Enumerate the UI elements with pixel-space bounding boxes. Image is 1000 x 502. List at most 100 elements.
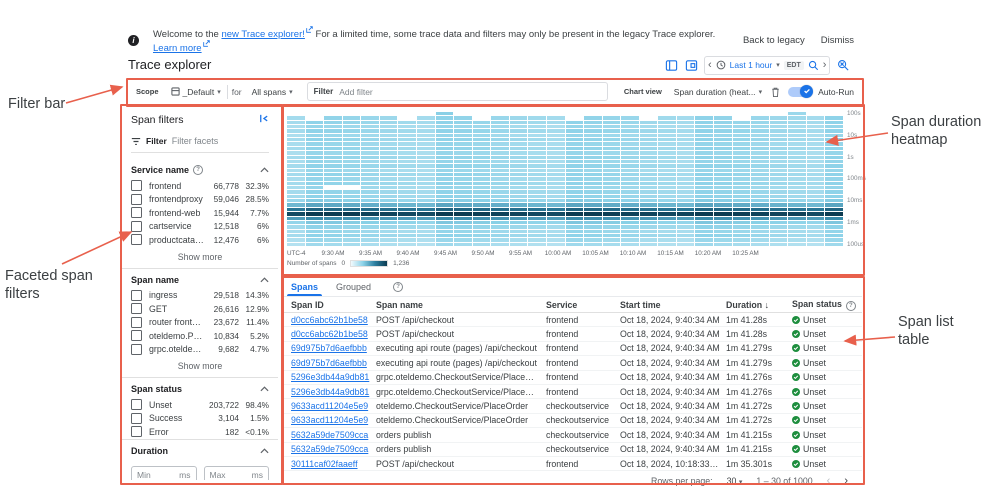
heatmap-cell[interactable]	[714, 238, 732, 241]
heatmap-cell[interactable]	[380, 121, 398, 124]
heatmap-cell[interactable]	[658, 190, 676, 193]
heatmap-cell[interactable]	[733, 203, 751, 206]
heatmap-cell[interactable]	[714, 212, 732, 215]
heatmap-cell[interactable]	[677, 121, 695, 124]
heatmap-cell[interactable]	[510, 234, 528, 237]
heatmap-cell[interactable]	[436, 121, 454, 124]
heatmap-cell[interactable]	[677, 177, 695, 180]
heatmap-cell[interactable]	[473, 221, 491, 224]
heatmap-cell[interactable]	[658, 208, 676, 211]
heatmap-cell[interactable]	[454, 208, 472, 211]
heatmap-cell[interactable]	[677, 225, 695, 228]
heatmap-cell[interactable]	[825, 186, 843, 189]
heatmap-cell[interactable]	[306, 129, 324, 132]
facet-filter-box[interactable]: Filter Filter facets	[131, 132, 269, 153]
heatmap-cell[interactable]	[770, 221, 788, 224]
filter-section-header[interactable]: Span name	[131, 269, 269, 289]
heatmap-cell[interactable]	[733, 134, 751, 137]
heatmap-cell[interactable]	[528, 203, 546, 206]
heatmap-cell[interactable]	[825, 173, 843, 176]
heatmap-cell[interactable]	[343, 160, 361, 163]
heatmap-cell[interactable]	[547, 190, 565, 193]
heatmap-cell[interactable]	[547, 230, 565, 233]
heatmap-cell[interactable]	[547, 169, 565, 172]
heatmap-cell[interactable]	[621, 173, 639, 176]
heatmap-cell[interactable]	[547, 173, 565, 176]
heatmap-cell[interactable]	[380, 116, 398, 119]
heatmap-cell[interactable]	[324, 221, 342, 224]
heatmap-cell[interactable]	[547, 129, 565, 132]
heatmap-cell[interactable]	[695, 234, 713, 237]
heatmap-cell[interactable]	[621, 243, 639, 246]
heatmap-cell[interactable]	[733, 147, 751, 150]
heatmap-cell[interactable]	[770, 169, 788, 172]
heatmap-cell[interactable]	[751, 190, 769, 193]
heatmap-cell[interactable]	[287, 151, 305, 154]
heatmap-cell[interactable]	[454, 147, 472, 150]
heatmap-cell[interactable]	[324, 212, 342, 215]
heatmap-cell[interactable]	[306, 147, 324, 150]
heatmap-cell[interactable]	[751, 156, 769, 159]
heatmap-cell[interactable]	[306, 156, 324, 159]
heatmap-cell[interactable]	[380, 173, 398, 176]
heatmap-cell[interactable]	[695, 190, 713, 193]
heatmap-cell[interactable]	[566, 177, 584, 180]
heatmap-cell[interactable]	[454, 177, 472, 180]
heatmap-cell[interactable]	[566, 195, 584, 198]
heatmap-cell[interactable]	[751, 208, 769, 211]
heatmap-cell[interactable]	[603, 190, 621, 193]
heatmap-cell[interactable]	[380, 125, 398, 128]
heatmap-cell[interactable]	[398, 238, 416, 241]
heatmap-cell[interactable]	[621, 129, 639, 132]
heatmap-cell[interactable]	[621, 142, 639, 145]
heatmap-cell[interactable]	[306, 173, 324, 176]
heatmap-cell[interactable]	[566, 208, 584, 211]
heatmap-cell[interactable]	[454, 160, 472, 163]
heatmap-cell[interactable]	[436, 217, 454, 220]
heatmap-cell[interactable]	[547, 116, 565, 119]
heatmap-cell[interactable]	[436, 164, 454, 167]
span-id-link[interactable]: 5296e3db44a9db81	[291, 387, 376, 397]
heatmap-cell[interactable]	[547, 243, 565, 246]
heatmap-cell[interactable]	[807, 147, 825, 150]
heatmap-cell[interactable]	[306, 199, 324, 202]
heatmap-cell[interactable]	[436, 147, 454, 150]
heatmap-cell[interactable]	[603, 116, 621, 119]
heatmap-cell[interactable]	[306, 112, 324, 115]
heatmap-cell[interactable]	[807, 177, 825, 180]
heatmap-cell[interactable]	[287, 238, 305, 241]
heatmap-cell[interactable]	[751, 199, 769, 202]
heatmap-cell[interactable]	[584, 203, 602, 206]
heatmap-cell[interactable]	[398, 195, 416, 198]
heatmap-cell[interactable]	[436, 177, 454, 180]
heatmap-cell[interactable]	[677, 142, 695, 145]
heatmap-cell[interactable]	[491, 121, 509, 124]
heatmap-cell[interactable]	[677, 195, 695, 198]
heatmap-cell[interactable]	[398, 234, 416, 237]
heatmap-cell[interactable]	[658, 234, 676, 237]
heatmap-cell[interactable]	[733, 125, 751, 128]
heatmap-cell[interactable]	[733, 195, 751, 198]
heatmap-cell[interactable]	[788, 142, 806, 145]
heatmap-cell[interactable]	[436, 212, 454, 215]
heatmap-cell[interactable]	[584, 142, 602, 145]
heatmap-cell[interactable]	[398, 142, 416, 145]
facet-checkbox[interactable]	[131, 317, 142, 328]
heatmap-cell[interactable]	[547, 238, 565, 241]
heatmap-cell[interactable]	[324, 195, 342, 198]
heatmap-cell[interactable]	[770, 173, 788, 176]
heatmap-cell[interactable]	[324, 151, 342, 154]
heatmap-cell[interactable]	[658, 203, 676, 206]
heatmap-cell[interactable]	[751, 203, 769, 206]
heatmap-cell[interactable]	[436, 116, 454, 119]
heatmap-cell[interactable]	[733, 243, 751, 246]
heatmap-cell[interactable]	[695, 225, 713, 228]
heatmap-cell[interactable]	[528, 182, 546, 185]
facet-checkbox[interactable]	[131, 194, 142, 205]
scope-dropdown[interactable]: _Default▾	[165, 87, 227, 97]
heatmap-cell[interactable]	[770, 116, 788, 119]
heatmap-cell[interactable]	[510, 112, 528, 115]
heatmap-cell[interactable]	[361, 177, 379, 180]
heatmap-cell[interactable]	[417, 151, 435, 154]
facet-checkbox[interactable]	[131, 413, 142, 424]
